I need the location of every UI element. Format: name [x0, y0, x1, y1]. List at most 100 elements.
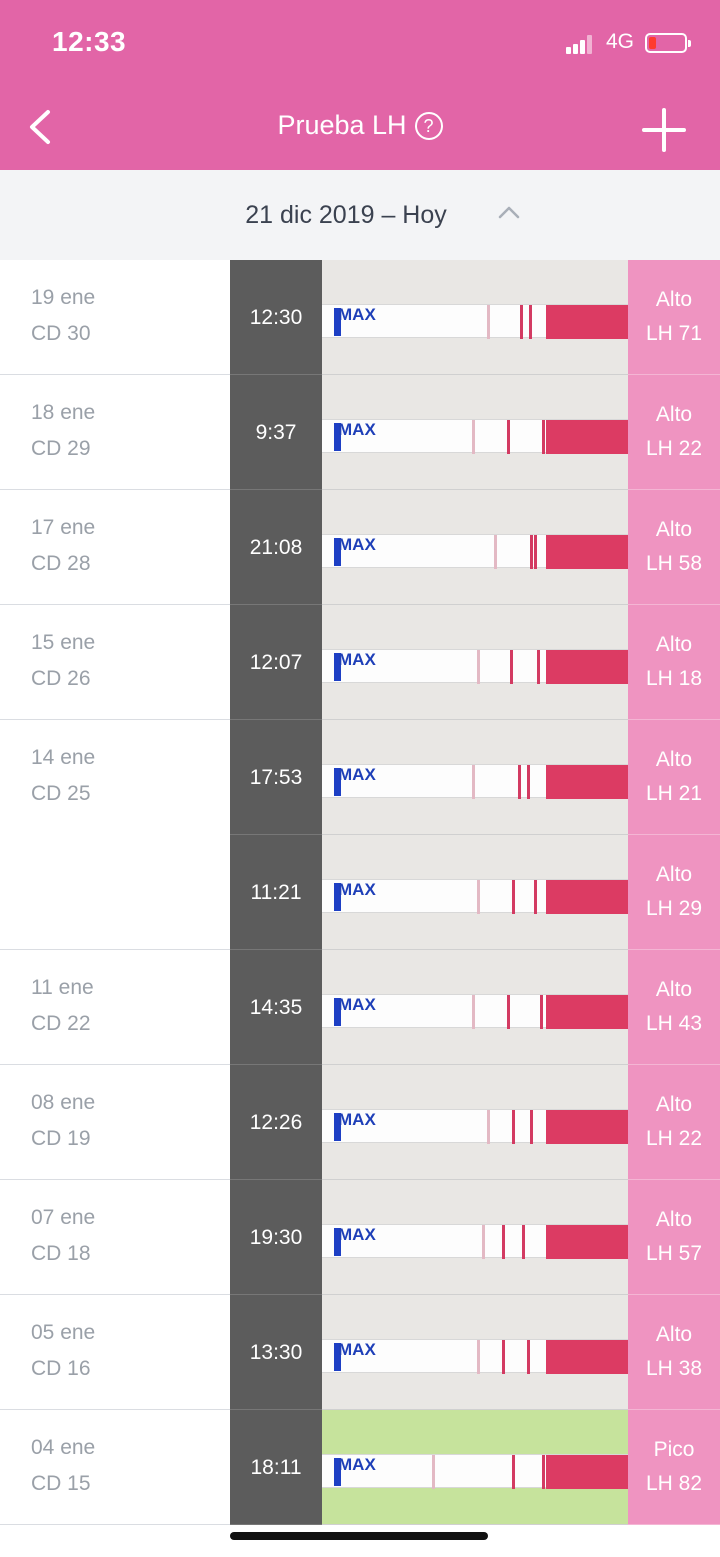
entry-date: 15 ene	[31, 631, 96, 654]
list-item[interactable]: 15 ene CD 26 12:07 MAX Alto LH 18	[0, 605, 720, 720]
test-strip-photo[interactable]: MAX	[322, 950, 628, 1065]
lh-value: LH 57	[645, 1242, 703, 1265]
entry-time: 21:08	[230, 490, 322, 605]
list-item[interactable]: 14 ene CD 25 17:53 MAX Alto LH 21	[0, 720, 720, 835]
strip-max-label: MAX	[338, 1340, 376, 1359]
entry-date: 04 ene	[31, 1436, 96, 1459]
strip-line	[534, 880, 537, 914]
strip-line	[527, 1340, 530, 1374]
entry-time: 12:30	[230, 260, 322, 375]
cycle-day: CD 30	[31, 322, 91, 345]
test-strip-photo[interactable]: MAX	[322, 720, 628, 835]
result-status: Alto	[655, 1208, 693, 1231]
list-item[interactable]: 08 ene CD 19 12:26 MAX Alto LH 22	[0, 1065, 720, 1180]
strip-line	[482, 1225, 485, 1259]
list-item[interactable]: 19 ene CD 30 12:30 MAX Alto LH 71	[0, 260, 720, 375]
list-item[interactable]: 07 ene CD 18 19:30 MAX Alto LH 57	[0, 1180, 720, 1295]
list-item[interactable]: 11 ene CD 22 14:35 MAX Alto LH 43	[0, 950, 720, 1065]
list-item[interactable]: 18 ene CD 29 9:37 MAX Alto LH 22	[0, 375, 720, 490]
result-status: Alto	[655, 863, 693, 886]
list-item[interactable]: 11:21 MAX Alto LH 29	[0, 835, 720, 950]
result-cell: Alto LH 57	[628, 1180, 720, 1295]
strip-pad	[546, 305, 628, 339]
test-strip-photo[interactable]: MAX	[322, 260, 628, 375]
entry-date: 14 ene	[31, 746, 96, 769]
result-status: Pico	[653, 1438, 695, 1461]
date-range-selector[interactable]: 21 dic 2019 – Hoy	[0, 170, 720, 260]
test-strip-photo[interactable]: MAX	[322, 1065, 628, 1180]
test-strip-photo[interactable]: MAX	[322, 375, 628, 490]
cycle-day: CD 26	[31, 667, 91, 690]
result-cell: Pico LH 82	[628, 1410, 720, 1525]
strip-line	[502, 1225, 505, 1259]
cycle-day: CD 29	[31, 437, 91, 460]
test-strip-photo[interactable]: MAX	[322, 490, 628, 605]
test-strip: MAX	[322, 419, 628, 454]
result-cell: Alto LH 21	[628, 720, 720, 835]
result-cell: Alto LH 71	[628, 260, 720, 375]
date-cell: 17 ene CD 28	[0, 490, 230, 605]
list-item[interactable]: 04 ene CD 15 18:11 MAX Pico LH 82	[0, 1410, 720, 1525]
entry-time: 19:30	[230, 1180, 322, 1295]
test-strip-photo[interactable]: MAX	[322, 835, 628, 950]
strip-line	[518, 765, 521, 799]
entry-date: 05 ene	[31, 1321, 96, 1344]
strip-line	[432, 1455, 435, 1489]
result-cell: Alto LH 58	[628, 490, 720, 605]
test-strip-photo[interactable]: MAX	[322, 1180, 628, 1295]
cycle-day: CD 22	[31, 1012, 91, 1035]
strip-line	[502, 1340, 505, 1374]
result-status: Alto	[655, 633, 693, 656]
strip-line	[494, 535, 497, 569]
strip-max-label: MAX	[338, 650, 376, 669]
strip-line	[477, 880, 480, 914]
date-cell: 11 ene CD 22	[0, 950, 230, 1065]
strip-pad	[546, 535, 628, 569]
test-strip-photo[interactable]: MAX	[322, 1410, 628, 1525]
result-status: Alto	[655, 518, 693, 541]
result-status: Alto	[655, 1323, 693, 1346]
help-icon[interactable]: ?	[414, 112, 443, 140]
entry-time: 11:21	[230, 835, 322, 950]
strip-line	[472, 995, 475, 1029]
clock: 12:33	[52, 26, 127, 57]
strip-line	[507, 420, 510, 454]
date-cell	[0, 835, 230, 950]
date-cell: 05 ene CD 16	[0, 1295, 230, 1410]
entry-time: 17:53	[230, 720, 322, 835]
strip-line	[537, 650, 540, 684]
strip-line	[520, 305, 523, 339]
add-icon[interactable]	[640, 106, 688, 154]
strip-line	[542, 420, 545, 454]
date-cell: 15 ene CD 26	[0, 605, 230, 720]
strip-line	[522, 1225, 525, 1259]
strip-pad	[546, 1455, 628, 1489]
cycle-day: CD 18	[31, 1242, 91, 1265]
strip-pad	[546, 1225, 628, 1259]
strip-max-label: MAX	[338, 880, 376, 899]
strip-line	[512, 880, 515, 914]
strip-line	[472, 420, 475, 454]
date-cell: 19 ene CD 30	[0, 260, 230, 375]
cycle-day: CD 28	[31, 552, 91, 575]
cycle-day: CD 15	[31, 1472, 91, 1495]
date-cell: 08 ene CD 19	[0, 1065, 230, 1180]
entry-date: 11 ene	[31, 976, 94, 999]
result-status: Alto	[655, 288, 693, 311]
strip-line	[487, 1110, 490, 1144]
test-strip: MAX	[322, 994, 628, 1029]
home-indicator[interactable]	[230, 1532, 488, 1540]
strip-line	[530, 535, 533, 569]
result-status: Alto	[655, 978, 693, 1001]
lh-test-list: 19 ene CD 30 12:30 MAX Alto LH 71 18 ene CD 29 9…	[0, 260, 720, 1557]
test-strip-photo[interactable]: MAX	[322, 1295, 628, 1410]
strip-pad	[546, 995, 628, 1029]
entry-time: 14:35	[230, 950, 322, 1065]
test-strip-photo[interactable]: MAX	[322, 605, 628, 720]
result-status: Alto	[655, 1093, 693, 1116]
lh-value: LH 71	[645, 322, 703, 345]
list-item[interactable]: 05 ene CD 16 13:30 MAX Alto LH 38	[0, 1295, 720, 1410]
cycle-day: CD 25	[31, 782, 91, 805]
list-item[interactable]: 17 ene CD 28 21:08 MAX Alto LH 58	[0, 490, 720, 605]
test-strip: MAX	[322, 1224, 628, 1259]
